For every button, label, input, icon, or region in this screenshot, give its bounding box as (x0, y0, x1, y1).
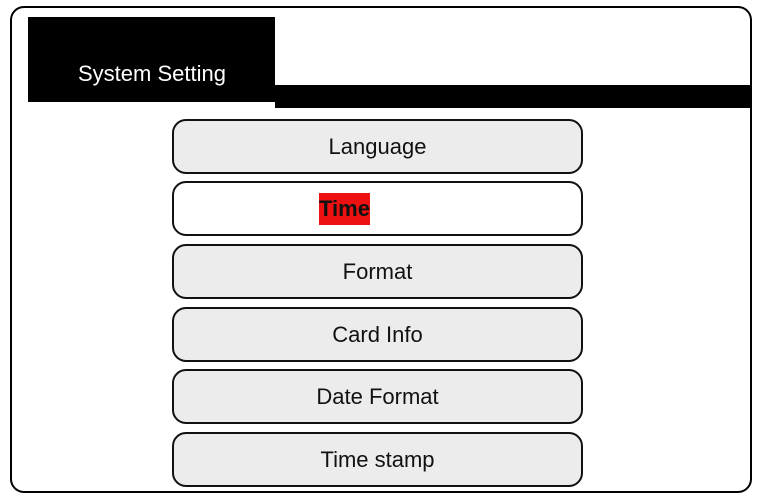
menu-item-label: Language (328, 133, 427, 159)
menu-item-label: Time stamp (320, 446, 435, 472)
menu-item-card-info[interactable]: Card Info (172, 307, 583, 362)
menu-item-label: Time (319, 192, 370, 225)
menu-item-label: Format (342, 258, 413, 284)
menu-item-format[interactable]: Format (172, 244, 583, 299)
header-bar (275, 85, 750, 108)
menu-item-label: Date Format (316, 383, 439, 409)
menu-item-label: Card Info (332, 321, 423, 347)
page-title: System Setting (78, 61, 226, 86)
header-tab: System Setting (28, 17, 275, 102)
menu-item-time-stamp[interactable]: Time stamp (172, 432, 583, 487)
menu-item-time[interactable]: Time (172, 181, 583, 236)
menu-item-language[interactable]: Language (172, 119, 583, 174)
menu-item-date-format[interactable]: Date Format (172, 369, 583, 424)
